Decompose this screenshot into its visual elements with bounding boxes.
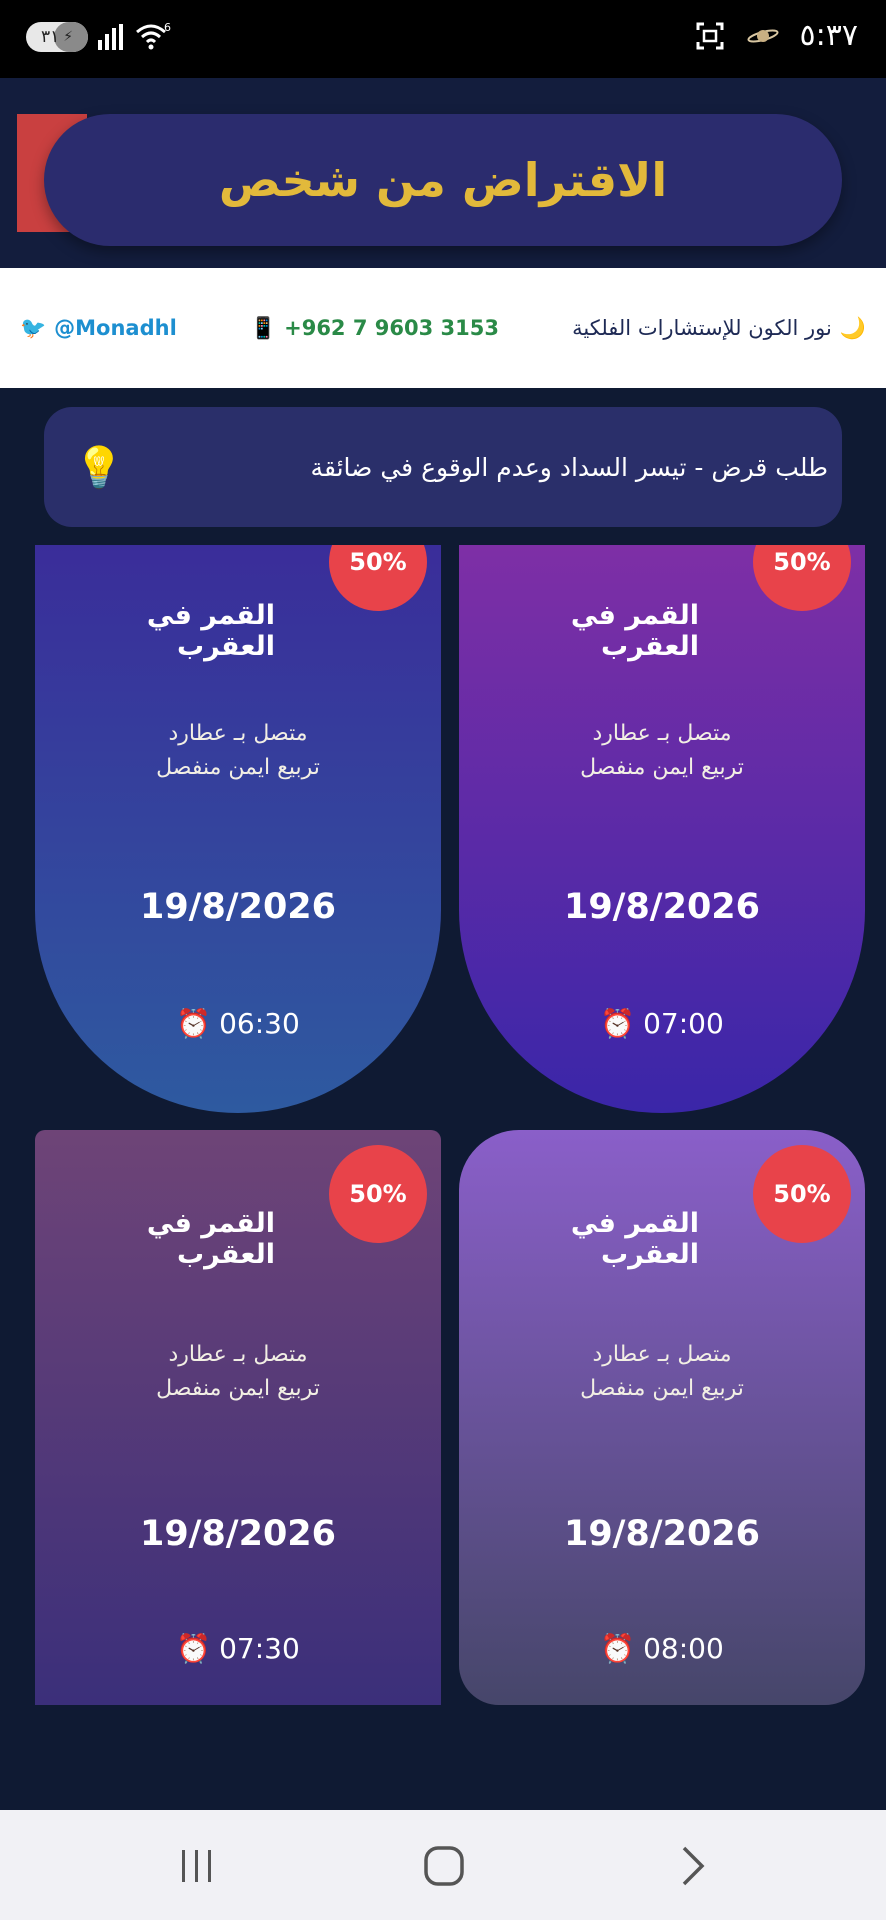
card-date: 19/8/2026 xyxy=(563,887,761,927)
card-title: القمر في العقرب xyxy=(146,600,275,662)
battery-level: ٣١ xyxy=(40,27,60,47)
svg-text:6: 6 xyxy=(164,22,171,34)
time-card[interactable]: 50% القمر في العقرب متصل بـ عطارد تربيع … xyxy=(459,545,865,1113)
signal-icon xyxy=(98,24,123,50)
back-button[interactable] xyxy=(663,1838,723,1894)
card-line-2: تربيع ايمن منفصل xyxy=(580,755,744,780)
card-title: القمر في العقرب xyxy=(570,600,699,662)
card-date: 19/8/2026 xyxy=(139,887,337,927)
recent-apps-button[interactable] xyxy=(167,1838,227,1894)
card-time-value: 08:00 xyxy=(643,1632,724,1665)
alarm-clock-icon: ⏰ xyxy=(600,1007,636,1040)
bird-icon: 🐦 xyxy=(20,315,47,340)
status-bar: ٣١ ⚡ 6 ٥:٣٧ xyxy=(0,0,886,78)
percentage-badge: 50% xyxy=(753,545,851,611)
phone-number: +962 7 9603 3153 xyxy=(284,316,499,340)
clock: ٥:٣٧ xyxy=(799,18,858,53)
card-time: ⏰ 07:00 xyxy=(459,1007,865,1040)
alarm-clock-icon: ⏰ xyxy=(176,1007,212,1040)
card-date: 19/8/2026 xyxy=(139,1514,337,1554)
system-nav-bar xyxy=(0,1810,886,1920)
card-time: ⏰ 06:30 xyxy=(35,1007,441,1040)
alarm-clock-icon: ⏰ xyxy=(176,1632,212,1665)
card-description: متصل بـ عطارد تربيع ايمن منفصل xyxy=(459,717,865,785)
phone-link[interactable]: 📱 +962 7 9603 3153 xyxy=(250,316,499,341)
home-icon xyxy=(424,1846,464,1886)
lightbulb-icon: 💡 xyxy=(74,444,124,491)
card-time-value: 07:30 xyxy=(219,1632,300,1665)
battery-charging-icon: ٣١ ⚡ xyxy=(26,22,88,52)
home-button[interactable] xyxy=(414,1838,474,1894)
twitter-link[interactable]: 🐦 @Monadhl xyxy=(20,316,177,341)
saturn-icon xyxy=(747,29,779,42)
card-time: ⏰ 07:30 xyxy=(35,1632,441,1665)
contact-strip: 🐦 @Monadhl 📱 +962 7 9603 3153 🌙 نور الكو… xyxy=(0,268,886,388)
card-line-2: تربيع ايمن منفصل xyxy=(580,1376,744,1401)
alarm-clock-icon: ⏰ xyxy=(600,1632,636,1665)
card-date: 19/8/2026 xyxy=(563,1514,761,1554)
card-line-1: متصل بـ عطارد xyxy=(592,1342,732,1367)
status-right-group: ٥:٣٧ xyxy=(694,18,858,53)
moon-icon: 🌙 xyxy=(839,315,866,340)
time-card[interactable]: 50% القمر في العقرب متصل بـ عطارد تربيع … xyxy=(35,1130,441,1705)
tip-box: 💡 طلب قرض - تيسر السداد وعدم الوقوع في ض… xyxy=(44,407,842,527)
brand-label: نور الكون للإستشارات الفلكية xyxy=(572,316,832,340)
page-title: الاقتراض من شخص xyxy=(218,153,668,207)
card-time: ⏰ 08:00 xyxy=(459,1632,865,1665)
card-time-value: 06:30 xyxy=(219,1007,300,1040)
status-left-group: ٣١ ⚡ 6 xyxy=(26,22,173,52)
card-description: متصل بـ عطارد تربيع ايمن منفصل xyxy=(459,1338,865,1406)
card-line-1: متصل بـ عطارد xyxy=(168,721,308,746)
chevron-right-icon xyxy=(682,1846,705,1886)
card-time-value: 07:00 xyxy=(643,1007,724,1040)
card-line-2: تربيع ايمن منفصل xyxy=(156,1376,320,1401)
time-card[interactable]: 50% القمر في العقرب متصل بـ عطارد تربيع … xyxy=(35,545,441,1113)
tip-text: طلب قرض - تيسر السداد وعدم الوقوع في ضائ… xyxy=(310,452,828,482)
percentage-badge: 50% xyxy=(329,545,427,611)
card-description: متصل بـ عطارد تربيع ايمن منفصل xyxy=(35,717,441,785)
card-line-1: متصل بـ عطارد xyxy=(592,721,732,746)
card-line-1: متصل بـ عطارد xyxy=(168,1342,308,1367)
percentage-badge: 50% xyxy=(329,1145,427,1243)
twitter-handle: @Monadhl xyxy=(54,316,177,340)
page-title-pill: الاقتراض من شخص xyxy=(44,114,842,246)
card-title: القمر في العقرب xyxy=(570,1208,699,1270)
card-description: متصل بـ عطارد تربيع ايمن منفصل xyxy=(35,1338,441,1406)
percentage-badge: 50% xyxy=(753,1145,851,1243)
brand-name: 🌙 نور الكون للإستشارات الفلكية xyxy=(572,316,866,341)
screenshot-icon xyxy=(696,22,724,49)
time-card[interactable]: 50% القمر في العقرب متصل بـ عطارد تربيع … xyxy=(459,1130,865,1705)
card-title: القمر في العقرب xyxy=(146,1208,275,1270)
wifi-icon: 6 xyxy=(136,22,171,50)
phone-icon: 📱 xyxy=(249,315,277,340)
card-line-2: تربيع ايمن منفصل xyxy=(156,755,320,780)
recent-apps-icon xyxy=(182,1850,211,1882)
